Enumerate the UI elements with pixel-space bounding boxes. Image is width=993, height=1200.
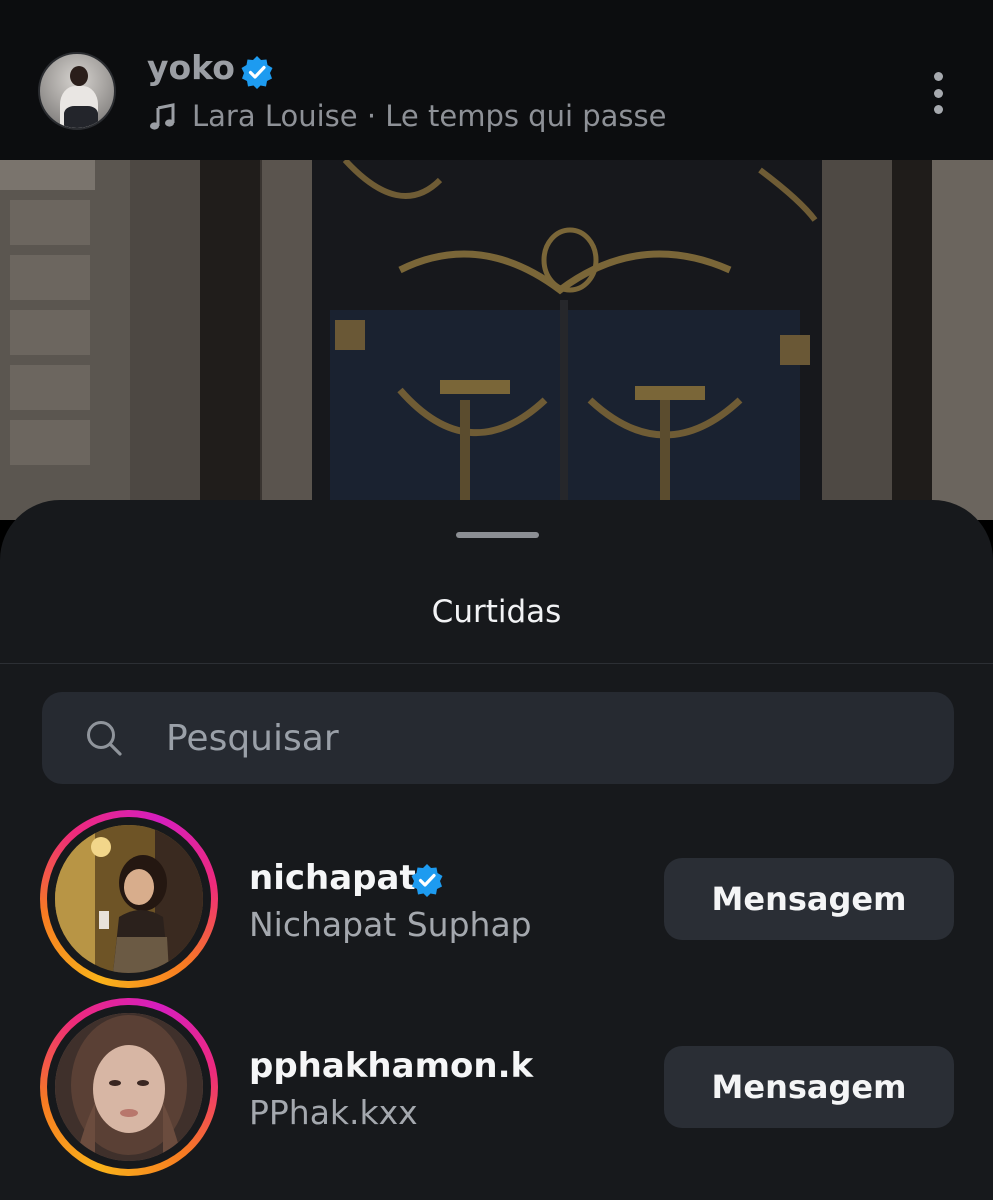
more-dot bbox=[933, 88, 943, 98]
author-username[interactable]: yoko bbox=[147, 48, 235, 87]
avatar-figure-legs bbox=[64, 106, 98, 128]
search-bar[interactable] bbox=[42, 692, 954, 784]
post-image[interactable] bbox=[0, 160, 993, 520]
username[interactable]: pphakhamon.k bbox=[249, 1046, 533, 1086]
full-name: PPhak.kxx bbox=[249, 1093, 418, 1132]
avatar-photo bbox=[55, 1013, 203, 1161]
avatar-figure-head bbox=[70, 66, 88, 86]
full-name: Nichapat Suphap bbox=[249, 905, 532, 944]
liked-by-screen: yoko Lara Louise · Le temps qui passe Cu… bbox=[0, 0, 993, 1200]
more-dot bbox=[933, 105, 943, 114]
sheet-drag-handle[interactable] bbox=[456, 532, 539, 538]
more-vertical-icon[interactable] bbox=[924, 70, 952, 116]
more-dot bbox=[933, 72, 943, 81]
avatar bbox=[55, 825, 203, 973]
message-button[interactable]: Mensagem bbox=[664, 858, 954, 940]
music-note-icon bbox=[150, 103, 175, 130]
story-ring[interactable] bbox=[40, 810, 218, 988]
message-button[interactable]: Mensagem bbox=[664, 1046, 954, 1128]
username[interactable]: nichapat bbox=[249, 858, 416, 898]
audio-track-label[interactable]: Lara Louise · Le temps qui passe bbox=[192, 99, 666, 133]
search-icon bbox=[87, 721, 122, 756]
list-item[interactable]: pphakhamon.k PPhak.kxx Mensagem bbox=[0, 998, 993, 1178]
sheet-title: Curtidas bbox=[431, 594, 562, 630]
avatar-photo bbox=[55, 825, 203, 973]
sheet-divider bbox=[0, 663, 993, 664]
post-photo-illustration bbox=[0, 160, 993, 520]
post-header: yoko Lara Louise · Le temps qui passe bbox=[0, 0, 993, 160]
story-ring-gap bbox=[47, 1005, 211, 1169]
likes-bottom-sheet: Curtidas Pesquisar nichapat Nichapat Sup… bbox=[0, 500, 993, 1200]
story-ring[interactable] bbox=[40, 998, 218, 1176]
verified-badge-icon bbox=[241, 56, 273, 89]
avatar bbox=[55, 1013, 203, 1161]
story-ring-gap bbox=[47, 817, 211, 981]
author-avatar[interactable] bbox=[38, 52, 116, 130]
verified-badge-icon bbox=[411, 864, 443, 897]
list-item[interactable]: nichapat Nichapat Suphap Mensagem bbox=[0, 810, 993, 990]
search-input[interactable] bbox=[166, 692, 926, 784]
